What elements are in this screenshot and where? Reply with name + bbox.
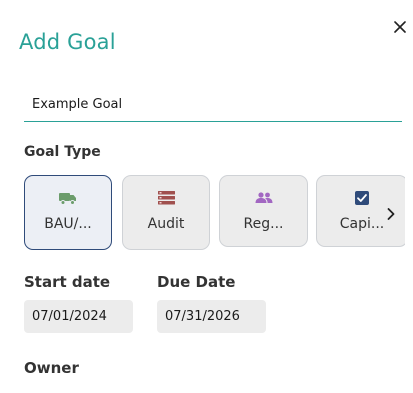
goal-type-label-audit: Audit	[147, 216, 185, 232]
chevron-right-icon	[387, 208, 395, 220]
due-date-input[interactable]	[157, 300, 266, 333]
goal-type-options: BAU/... Audit Reg... Capi...	[24, 175, 405, 253]
checkbox-icon	[355, 190, 369, 206]
close-icon	[394, 21, 406, 33]
goal-type-next-button[interactable]	[384, 206, 398, 222]
goal-type-label: Goal Type	[24, 144, 101, 160]
due-date-label: Due Date	[157, 273, 236, 291]
goal-type-label-capital: Capi...	[339, 216, 385, 232]
dialog-title: Add Goal	[19, 30, 116, 54]
goal-type-label-bau: BAU/...	[44, 216, 92, 232]
start-date-label: Start date	[24, 273, 111, 291]
goal-name-input[interactable]	[24, 88, 402, 122]
truck-icon	[59, 190, 77, 206]
people-icon	[255, 190, 273, 206]
goal-type-regulatory[interactable]: Reg...	[219, 175, 308, 247]
goal-type-bau[interactable]: BAU/...	[24, 175, 112, 250]
owner-label: Owner	[24, 359, 79, 377]
close-button[interactable]	[389, 16, 411, 38]
list-icon	[157, 190, 175, 206]
start-date-input[interactable]	[24, 300, 133, 333]
goal-type-audit[interactable]: Audit	[122, 175, 210, 250]
goal-type-label-regulatory: Reg...	[243, 216, 284, 232]
